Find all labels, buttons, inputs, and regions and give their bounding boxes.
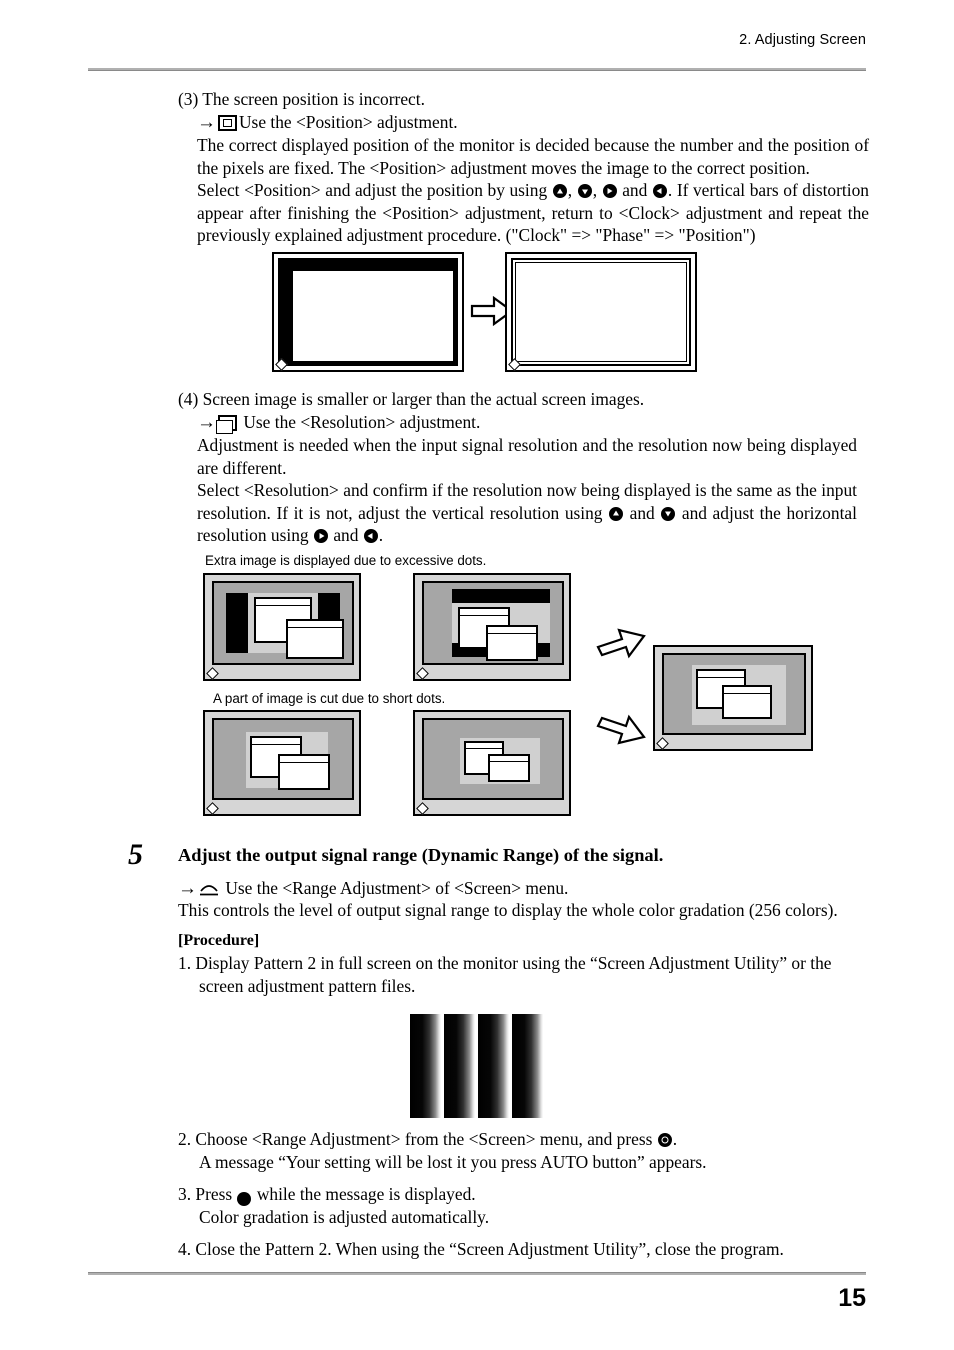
figure-resolution-corrected	[653, 645, 813, 751]
arrow-glyph: →	[178, 878, 197, 899]
figure-excess-horizontal	[203, 573, 361, 681]
step-2-line-1b: .	[672, 1129, 678, 1149]
item4-heading: (4) Screen image is smaller or larger th…	[178, 389, 645, 409]
down-arrow-button-icon	[577, 184, 592, 198]
step-1-line-1: Display Pattern 2 in full screen on the …	[195, 953, 832, 973]
item4-use-text: Use the <Resolution> adjustment.	[243, 412, 481, 432]
transform-arrow-icon-upper	[596, 628, 646, 659]
step5-use-text: Use the <Range Adjustment> of <Screen> m…	[225, 878, 569, 898]
enter-button-icon	[657, 1133, 672, 1147]
procedure-step-2: 2. Choose <Range Adjustment> from the <S…	[178, 1128, 858, 1151]
monitor-foot	[510, 360, 519, 369]
step-title: Adjust the output signal range (Dynamic …	[178, 845, 664, 865]
resolution-menu-icon	[216, 415, 237, 434]
procedure-step-1: 1. Display Pattern 2 in full screen on t…	[178, 952, 838, 975]
item3-paragraph-2: Select <Position> and adjust the positio…	[197, 179, 869, 247]
monitor-foot	[418, 804, 427, 813]
item3-use-line: → Use the <Position> adjustment.	[197, 111, 877, 135]
step5-paragraph-1: This controls the level of output signal…	[178, 900, 838, 920]
page-header: 2. Adjusting Screen	[88, 30, 866, 74]
footer-divider	[88, 1272, 866, 1275]
caption-excessive-dots: Extra image is displayed due to excessiv…	[205, 553, 487, 568]
figure-excess-vertical	[413, 573, 571, 681]
procedure-step-3: 3. Press A while the message is displaye…	[178, 1183, 858, 1206]
step-2-line-1a: Choose <Range Adjustment> from the <Scre…	[195, 1129, 653, 1149]
item3-paragraph-1: The correct displayed position of the mo…	[197, 135, 869, 178]
item4-paragraph-1: Adjustment is needed when the input sign…	[197, 435, 857, 478]
monitor-foot	[277, 360, 286, 369]
procedure-step-4: 4. Close the Pattern 2. When using the “…	[178, 1238, 858, 1261]
item3-use-text: Use the <Position> adjustment.	[239, 112, 458, 132]
page-number: 15	[838, 1284, 866, 1312]
gradient-band	[512, 1014, 543, 1118]
up-arrow-button-icon	[552, 184, 567, 198]
step-1-number: 1.	[178, 953, 192, 973]
item4-p2-d: and	[333, 525, 359, 546]
manual-page: 2. Adjusting Screen (3) The screen posit…	[0, 0, 954, 1350]
monitor-foot	[658, 739, 667, 748]
item3-p2-c: ,	[592, 180, 598, 200]
figure-position-before	[272, 252, 464, 372]
item3-p2-a: Select <Position> and adjust the positio…	[197, 180, 548, 200]
figure-short-small	[413, 710, 571, 816]
item3-heading: (3) The screen position is incorrect.	[178, 89, 425, 109]
chapter-title: 2. Adjusting Screen	[739, 32, 866, 48]
arrow-glyph: →	[197, 412, 216, 433]
procedure-label: [Procedure]	[178, 932, 260, 949]
gradient-band	[478, 1014, 509, 1118]
gradient-band	[444, 1014, 475, 1118]
item4-p2-e: .	[378, 525, 384, 546]
left-arrow-button-icon	[652, 184, 667, 198]
step-2-number: 2.	[178, 1129, 192, 1149]
item4-use-line: → Use the <Resolution> adjustment.	[197, 411, 877, 435]
step5-use-line: → Use the <Range Adjustment> of <Screen>…	[178, 877, 868, 901]
step-number: 5	[128, 838, 143, 871]
left-arrow-button-icon	[363, 529, 378, 544]
procedure-step-3-line2: Color gradation is adjusted automaticall…	[199, 1207, 490, 1227]
monitor-foot	[208, 669, 217, 678]
gradient-band	[410, 1014, 441, 1118]
position-menu-icon	[218, 115, 237, 131]
right-arrow-button-icon	[602, 184, 617, 198]
procedure-step-1-line2: screen adjustment pattern files.	[199, 976, 416, 996]
step-4-line-1: Close the Pattern 2. When using the “Scr…	[195, 1239, 784, 1259]
monitor-foot	[418, 669, 427, 678]
monitor-foot	[208, 804, 217, 813]
figure-position-after	[505, 252, 697, 372]
auto-button-icon: A	[231, 1192, 252, 1206]
step-3-line-1b: while the message is displayed.	[256, 1184, 476, 1204]
arrow-glyph: →	[197, 112, 216, 133]
item3-p2-d: and	[622, 180, 648, 200]
range-adjustment-menu-icon	[199, 880, 219, 896]
down-arrow-button-icon	[661, 506, 676, 521]
step-3-number: 3.	[178, 1184, 192, 1204]
up-arrow-button-icon	[609, 506, 624, 521]
header-divider	[88, 68, 866, 71]
transform-arrow-icon-lower	[596, 714, 646, 745]
item4-p2-b: and	[629, 502, 655, 523]
figure-short-large	[203, 710, 361, 816]
item3-p2-b: ,	[567, 180, 573, 200]
item4-paragraph-2: Select <Resolution> and confirm if the r…	[197, 479, 857, 547]
procedure-step-2-line2: A message “Your setting will be lost it …	[199, 1152, 707, 1172]
right-arrow-button-icon	[313, 529, 328, 544]
gradation-pattern-image	[410, 1014, 546, 1118]
caption-short-dots: A part of image is cut due to short dots…	[213, 691, 446, 706]
step-3-line-1a: Press	[195, 1184, 233, 1204]
step-4-number: 4.	[178, 1239, 192, 1259]
